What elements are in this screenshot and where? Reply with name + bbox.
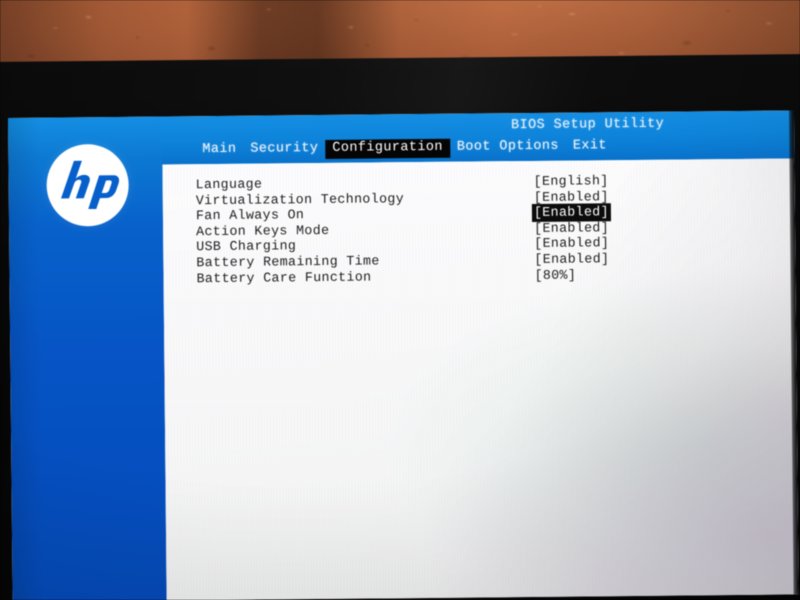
setting-value[interactable]: [Enabled] (533, 251, 610, 267)
setting-label: Fan Always On (195, 207, 305, 224)
hp-logo (46, 143, 130, 227)
setting-label: Battery Remaining Time (196, 253, 380, 271)
setting-value[interactable]: [80%] (533, 267, 577, 283)
setting-value[interactable]: [Enabled] (533, 189, 610, 205)
bios-content-panel: Language [English] Virtualization Techno… (162, 158, 799, 600)
tab-exit[interactable]: Exit (566, 137, 614, 156)
settings-list: Language [English] Virtualization Techno… (196, 172, 757, 287)
bios-utility-title: BIOS Setup Utility (510, 116, 665, 134)
tab-security[interactable]: Security (243, 140, 325, 160)
bios-screen: BIOS Setup Utility Main Security Configu… (8, 110, 799, 600)
setting-label: Action Keys Mode (196, 222, 330, 239)
bios-left-rail (8, 116, 167, 600)
tab-boot-options[interactable]: Boot Options (450, 138, 566, 158)
tab-main[interactable]: Main (195, 141, 243, 160)
setting-value[interactable]: [English] (533, 173, 610, 189)
laptop-screen-photo: BIOS Setup Utility Main Security Configu… (0, 0, 800, 600)
setting-label: USB Charging (196, 238, 297, 255)
setting-value[interactable]: [Enabled] (533, 220, 610, 236)
setting-label: Language (195, 176, 263, 193)
tab-configuration[interactable]: Configuration (325, 138, 450, 159)
bios-menu-tabbar: Main Security Configuration Boot Options… (195, 137, 614, 160)
setting-label: Battery Care Function (196, 269, 372, 286)
setting-value[interactable]: [Enabled] (533, 236, 610, 252)
setting-value-selected[interactable]: [Enabled] (532, 204, 610, 221)
